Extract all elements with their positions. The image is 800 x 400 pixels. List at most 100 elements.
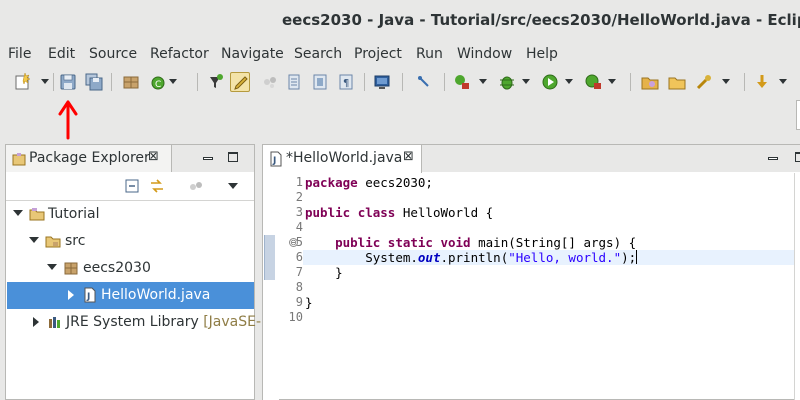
expand-toggle[interactable] <box>33 317 39 327</box>
expand-toggle[interactable] <box>29 237 39 243</box>
java-file-icon: J <box>82 287 98 303</box>
line-number: 2 <box>295 190 303 204</box>
fold-collapse-icon[interactable]: ⊖ <box>289 238 298 247</box>
external-tools-icon[interactable] <box>694 72 714 92</box>
new-class-dropdown[interactable] <box>169 79 177 84</box>
build-icon[interactable] <box>452 72 472 92</box>
tree-item-eecs2030[interactable]: eecs2030 <box>7 255 254 282</box>
collapse-all-icon[interactable] <box>124 179 140 193</box>
mark-occurrences-icon[interactable] <box>230 72 250 92</box>
toolbar-separator <box>630 73 631 91</box>
maximize-icon[interactable] <box>228 152 238 162</box>
minimize-icon[interactable] <box>768 157 778 160</box>
overview-ruler <box>263 173 279 400</box>
line-number: 3 <box>295 205 303 219</box>
editor-scrollbar[interactable] <box>794 173 800 400</box>
editor-panel: J *HelloWorld.java ⊠ 1 2 3 4 5 6 7 8 9 1… <box>262 144 800 400</box>
toggle-breadcrumb-icon[interactable] <box>260 72 280 92</box>
code-text: ); <box>621 250 637 265</box>
close-icon[interactable]: ⊠ <box>403 149 414 164</box>
focus-on-active-task-icon[interactable] <box>188 179 204 193</box>
menu-edit[interactable]: Edit <box>48 46 75 62</box>
menu-source[interactable]: Source <box>89 46 137 62</box>
title-bar: eecs2030 - Java - Tutorial/src/eecs2030/… <box>0 0 800 40</box>
package-explorer-panel: Package Explorer ⊠ Tutorial src eecs2030… <box>5 144 270 400</box>
expand-toggle[interactable] <box>47 264 57 270</box>
menu-run[interactable]: Run <box>416 46 443 62</box>
new-dropdown[interactable] <box>41 79 49 84</box>
open-console-icon[interactable] <box>372 72 392 92</box>
menu-refactor[interactable]: Refactor <box>150 46 209 62</box>
minimize-icon[interactable] <box>203 157 213 160</box>
toolbar-overflow[interactable] <box>796 100 800 130</box>
external-tools-dropdown[interactable] <box>722 79 730 84</box>
pin-icon[interactable] <box>414 72 434 92</box>
menu-window[interactable]: Window <box>457 46 512 62</box>
next-annotation-dropdown[interactable] <box>779 79 787 84</box>
coverage-icon[interactable] <box>583 72 603 92</box>
line-number: 6 <box>295 250 303 264</box>
tree-item-src[interactable]: src <box>7 228 254 255</box>
tree-item-label: eecs2030 <box>83 260 151 276</box>
tree-item-jre-system-library[interactable]: JRE System Library [JavaSE-1 <box>7 309 270 336</box>
editor-body[interactable]: 1 2 3 4 5 6 7 8 9 10 ⊖ package eecs2030;… <box>263 173 800 400</box>
save-all-icon[interactable] <box>84 72 104 92</box>
tab-helloworld-java[interactable]: J *HelloWorld.java ⊠ <box>263 145 422 173</box>
keyword: class <box>357 205 396 220</box>
code-line-9: } <box>305 295 313 310</box>
menu-help[interactable]: Help <box>526 46 558 62</box>
open-task-icon[interactable] <box>206 72 226 92</box>
debug-icon[interactable] <box>497 72 517 92</box>
toolbar-separator <box>402 73 403 91</box>
quick-diff-change-marker <box>264 235 275 280</box>
run-icon[interactable] <box>540 72 560 92</box>
tree-item-tutorial[interactable]: Tutorial <box>7 201 254 228</box>
link-with-editor-icon[interactable] <box>149 179 165 193</box>
menu-search[interactable]: Search <box>294 46 342 62</box>
java-file-icon: J <box>269 151 283 167</box>
editor-tabbar: J *HelloWorld.java ⊠ <box>263 145 800 173</box>
new-java-class-icon[interactable]: C <box>149 72 169 92</box>
debug-dropdown[interactable] <box>522 79 530 84</box>
run-dropdown[interactable] <box>565 79 573 84</box>
project-folder-icon <box>29 206 45 222</box>
close-icon[interactable]: ⊠ <box>148 149 159 164</box>
code-text: .println( <box>440 250 509 265</box>
window-title: eecs2030 - Java - Tutorial/src/eecs2030/… <box>282 11 800 29</box>
open-folder-icon[interactable] <box>667 72 687 92</box>
menu-navigate[interactable]: Navigate <box>221 46 284 62</box>
expand-toggle[interactable] <box>13 210 23 216</box>
next-annotation-icon[interactable] <box>752 72 772 92</box>
text-caret <box>636 250 638 264</box>
view-menu-dropdown[interactable] <box>228 183 238 189</box>
show-whitespace-icon[interactable] <box>284 72 304 92</box>
block-selection-icon[interactable] <box>310 72 330 92</box>
code-text: HelloWorld { <box>395 205 494 220</box>
tree-item-label-group: JRE System Library [JavaSE-1 <box>66 314 270 330</box>
tab-package-explorer[interactable]: Package Explorer ⊠ <box>6 145 172 172</box>
code-area[interactable]: package eecs2030; public class HelloWorl… <box>305 173 800 400</box>
menu-project[interactable]: Project <box>354 46 402 62</box>
code-text: eecs2030; <box>357 175 433 190</box>
line-number: 1 <box>295 175 303 189</box>
keyword: void <box>440 235 471 250</box>
toolbar-separator <box>444 73 445 91</box>
new-icon[interactable] <box>13 72 33 92</box>
code-line-6: System.out.println("Hello, world."); <box>305 250 638 265</box>
coverage-dropdown[interactable] <box>608 79 616 84</box>
maximize-icon[interactable] <box>795 152 800 162</box>
new-java-project-icon[interactable] <box>121 72 141 92</box>
open-type-icon[interactable] <box>640 72 660 92</box>
editor-tab-label: *HelloWorld.java <box>286 150 403 166</box>
menu-file[interactable]: File <box>8 46 31 62</box>
svg-text:J: J <box>86 292 90 302</box>
save-icon[interactable] <box>58 72 78 92</box>
expand-toggle[interactable] <box>68 290 74 300</box>
build-dropdown[interactable] <box>479 79 487 84</box>
tree-item-helloworld-java[interactable]: J HelloWorld.java <box>7 282 254 309</box>
keyword: public <box>335 235 381 250</box>
library-icon <box>47 314 63 330</box>
paragraph-icon[interactable]: ¶ <box>336 72 356 92</box>
keyword: static <box>387 235 433 250</box>
